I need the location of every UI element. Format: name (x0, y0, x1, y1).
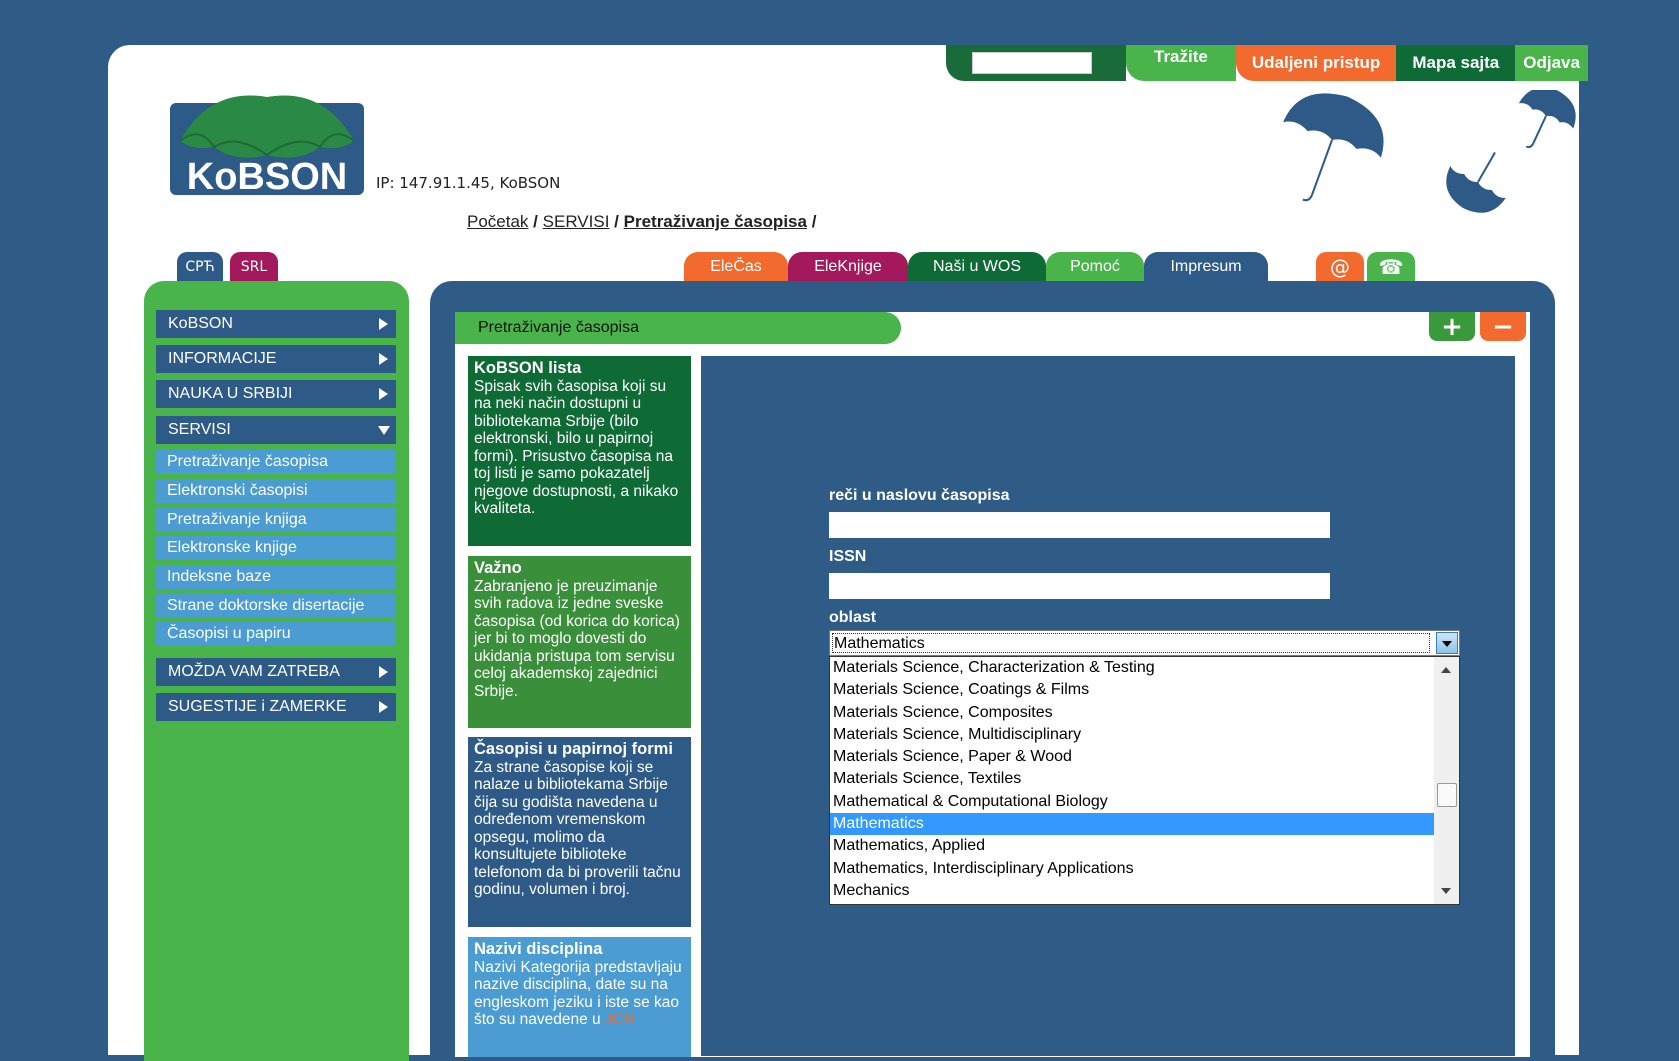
chevron-down-icon[interactable] (1436, 632, 1458, 654)
info-box-title: KoBSON lista (474, 359, 582, 377)
field-select[interactable]: Mathematics (829, 630, 1460, 656)
info-box-text: Za strane časopise koji se nalaze u bibl… (474, 758, 681, 899)
info-box-text-body: Nazivi Kategorija predstavljaju nazive d… (474, 958, 682, 1029)
sidebar-subitem-elektronske-knjige[interactable]: Elektronske knjige (156, 536, 396, 560)
info-box-text: Zabranjeno je preuzimanje svih radova iz… (474, 577, 680, 700)
breadcrumb-sep: / (533, 212, 538, 231)
dropdown-option[interactable]: Materials Science, Multidisciplinary (830, 724, 1434, 746)
sidebar-item-mozda-vam-zatreba[interactable]: MOŽDA VAM ZATREBA (156, 658, 396, 686)
dropdown-scrollbar[interactable] (1434, 657, 1459, 904)
tab-impresum[interactable]: Impresum (1144, 252, 1268, 282)
breadcrumb-services-link[interactable]: SERVISI (543, 212, 610, 231)
top-utility-bar: Tražite Udaljeni pristup Mapa sajta Odja… (946, 45, 1588, 81)
dropdown-option[interactable]: Materials Science, Textiles (830, 768, 1434, 790)
dropdown-option[interactable]: Materials Science, Characterization & Te… (830, 657, 1434, 679)
sidebar-item-sugestije-i-zamerke[interactable]: SUGESTIJE i ZAMERKE (156, 693, 396, 721)
info-box-text: Nazivi Kategorija predstavljaju nazive d… (474, 959, 685, 1029)
top-search-input[interactable] (972, 52, 1092, 74)
info-box-kobson-lista: KoBSON lista Spisak svih časopisa koji s… (468, 356, 691, 546)
jcr-link[interactable]: JCR (605, 1011, 635, 1028)
info-box-nazivi-disciplina: Nazivi disciplina Nazivi Kategorija pred… (468, 937, 691, 1057)
info-box-title: Nazivi disciplina (474, 940, 603, 958)
chevron-right-icon (379, 353, 388, 365)
breadcrumb-current[interactable]: Pretraživanje časopisa (624, 212, 807, 231)
title-words-input[interactable] (829, 512, 1330, 538)
field-label: oblast (829, 609, 877, 626)
remote-access-link[interactable]: Udaljeni pristup (1235, 45, 1397, 81)
sidebar-item-kobson[interactable]: KoBSON (156, 310, 396, 338)
logo-text: KoBSON (187, 156, 347, 195)
sidebar-item-label: MOŽDA VAM ZATREBA (168, 663, 340, 680)
chevron-right-icon (379, 318, 388, 330)
chevron-right-icon (379, 666, 388, 678)
dropdown-option[interactable]: Mathematics, Interdisciplinary Applicati… (830, 858, 1434, 880)
sitemap-link[interactable]: Mapa sajta (1396, 45, 1516, 81)
sidebar-item-label: SUGESTIJE i ZAMERKE (168, 698, 347, 715)
info-box-vazno: Važno Zabranjeno je preuzimanje svih rad… (468, 556, 691, 728)
sidebar-item-informacije[interactable]: INFORMACIJE (156, 345, 396, 373)
panel-title: Pretraživanje časopisa (455, 312, 901, 344)
breadcrumb-sep: / (811, 212, 817, 231)
lang-latin-tab[interactable]: SRL (230, 252, 278, 282)
dropdown-option[interactable]: Materials Science, Paper & Wood (830, 746, 1434, 768)
info-box-text: Spisak svih časopisa koji su na neki nač… (474, 377, 679, 518)
field-select-value: Mathematics (832, 633, 1430, 653)
info-box-title: Važno (474, 559, 522, 577)
dropdown-option[interactable]: Mathematical & Computational Biology (830, 791, 1434, 813)
scrollbar-thumb[interactable] (1437, 783, 1457, 807)
sidebar-item-label: SERVISI (168, 421, 231, 438)
sidebar-subitem-indeksne-baze[interactable]: Indeksne baze (156, 565, 396, 589)
sidebar-item-label: NAUKA U SRBIJI (168, 385, 293, 402)
dropdown-option[interactable]: Mathematics (830, 813, 1434, 836)
dropdown-option[interactable]: Mathematics, Applied (830, 835, 1434, 857)
umbrellas-decoration (1283, 90, 1576, 213)
title-words-label: reči u naslovu časopisa (829, 487, 1010, 504)
dropdown-option[interactable]: Materials Science, Coatings & Films (830, 679, 1434, 701)
logout-link[interactable]: Odjava (1515, 45, 1588, 81)
sidebar-item-label: KoBSON (168, 315, 233, 332)
scroll-up-icon[interactable] (1441, 667, 1451, 673)
scroll-down-icon[interactable] (1441, 888, 1451, 894)
sidebar-item-servisi[interactable]: SERVISI (156, 416, 396, 444)
info-box-title: Časopisi u papirnoj formi (474, 740, 673, 758)
sidebar-subitem-pretrazivanje-casopisa[interactable]: Pretraživanje časopisa (156, 450, 396, 474)
tab-nasi-u-wos[interactable]: Naši u WOS (908, 252, 1046, 282)
tab-elecas[interactable]: EleČas (684, 252, 788, 282)
kobson-logo[interactable]: KoBSON (170, 93, 364, 195)
collapse-minus-button[interactable]: − (1480, 312, 1526, 342)
top-search-area (946, 45, 1126, 81)
breadcrumb: Početak / SERVISI / Pretraživanje časopi… (467, 212, 816, 232)
sidebar-subitem-elektronski-casopisi[interactable]: Elektronski časopisi (156, 479, 396, 503)
issn-input[interactable] (829, 573, 1330, 599)
info-box-casopisi-u-papirnoj-formi: Časopisi u papirnoj formi Za strane časo… (468, 737, 691, 927)
sidebar-item-nauka-u-srbiji[interactable]: NAUKA U SRBIJI (156, 380, 396, 408)
tab-eleknjige[interactable]: EleKnjige (788, 252, 908, 282)
tab-pomoc[interactable]: Pomoć (1046, 252, 1144, 282)
email-icon[interactable]: @ (1316, 252, 1364, 282)
dropdown-option[interactable]: Mechanics (830, 880, 1434, 902)
breadcrumb-home-link[interactable]: Početak (467, 212, 528, 231)
chevron-right-icon (379, 388, 388, 400)
chevron-right-icon (379, 701, 388, 713)
sidebar-subitem-casopisi-u-papiru[interactable]: Časopisi u papiru (156, 622, 396, 646)
issn-label: ISSN (829, 548, 867, 565)
chevron-down-icon (378, 426, 390, 435)
sidebar-subitem-strane-doktorske-disertacije[interactable]: Strane doktorske disertacije (156, 594, 396, 618)
search-button[interactable]: Tražite (1126, 45, 1236, 81)
top-nav-tabs: EleČas EleKnjige Naši u WOS Pomoć Impres… (684, 252, 1268, 282)
phone-icon[interactable]: ☎ (1367, 252, 1415, 282)
breadcrumb-sep: / (614, 212, 619, 231)
dropdown-option[interactable]: Materials Science, Composites (830, 702, 1434, 724)
expand-plus-button[interactable]: + (1429, 312, 1475, 342)
field-dropdown-list: Materials Science, Characterization & Te… (829, 656, 1460, 905)
ip-address-text: IP: 147.91.1.45, KoBSON (376, 174, 561, 192)
sidebar-item-label: INFORMACIJE (168, 350, 277, 367)
lang-cyrillic-tab[interactable]: СРЋ (177, 252, 223, 282)
sidebar-subitem-pretrazivanje-knjiga[interactable]: Pretraživanje knjiga (156, 508, 396, 532)
